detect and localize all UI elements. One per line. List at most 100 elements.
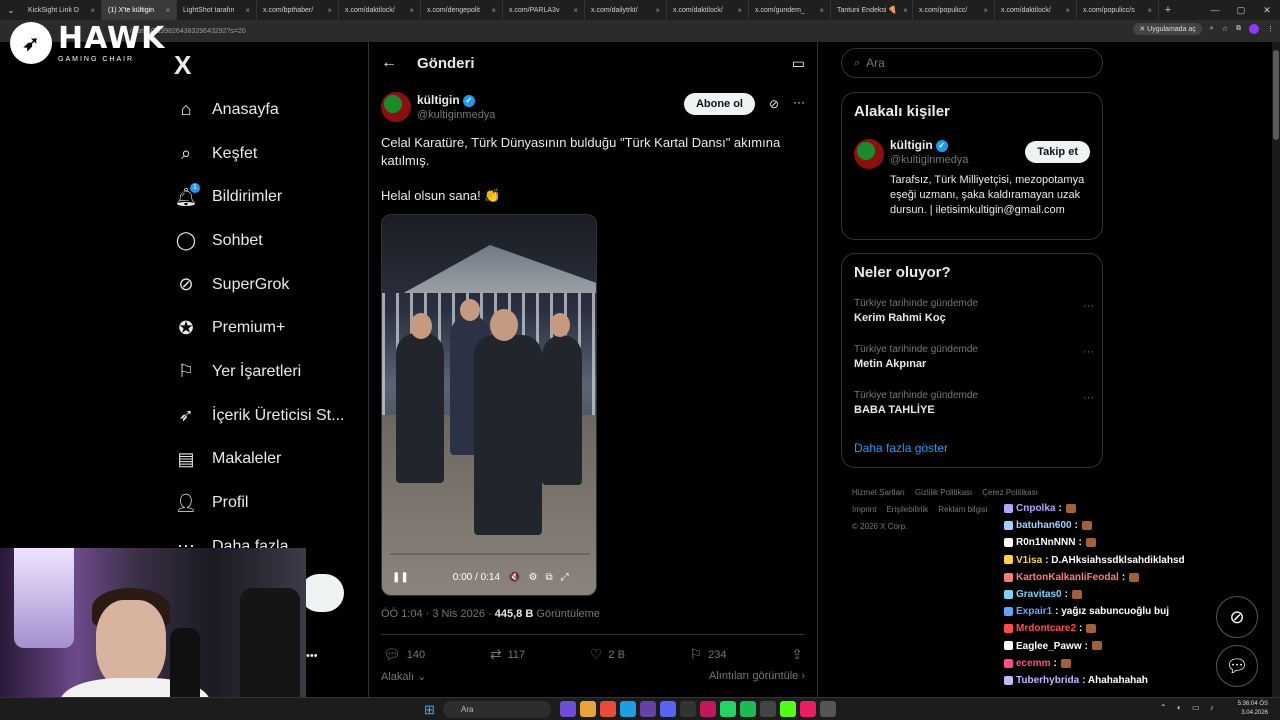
chat-username[interactable]: KartonKalkanliFeodal <box>1016 572 1119 583</box>
sidebar-item-makaleler[interactable]: ▤ Makaleler <box>174 438 344 482</box>
footer-link[interactable]: Çerez Politikası <box>982 488 1038 497</box>
tab-close-icon[interactable]: × <box>897 6 908 15</box>
windows-start-icon[interactable]: ⊞ <box>424 702 435 718</box>
related-sort[interactable]: Alakalı ⌄ <box>381 670 426 683</box>
discord-icon[interactable] <box>660 701 676 717</box>
reply-button[interactable]: 💬︎ 140 <box>383 646 425 663</box>
account-more-icon[interactable]: ••• <box>306 650 318 662</box>
scrollbar-thumb[interactable] <box>1273 50 1279 140</box>
sidebar-item-anasayfa[interactable]: ⌂ Anasayfa <box>174 88 344 132</box>
browser-tab[interactable]: x.com/daktilock/ × <box>995 0 1077 20</box>
chrome-icon[interactable] <box>600 701 616 717</box>
avatar[interactable] <box>381 92 411 122</box>
settings-icon[interactable]: ⚙ <box>528 572 537 583</box>
trend-item[interactable]: Türkiye tarihinde gündemde BABA TAHLİYE ··… <box>854 390 1094 416</box>
scrollbar[interactable] <box>1272 42 1280 697</box>
edge-icon[interactable] <box>620 701 636 717</box>
more-options-icon[interactable]: ··· <box>1083 346 1094 358</box>
subscribe-button[interactable]: Abone ol <box>683 93 755 115</box>
app-icon[interactable] <box>820 701 836 717</box>
back-arrow-icon[interactable]: ← <box>381 54 417 72</box>
spotify-icon[interactable] <box>740 701 756 717</box>
browser-tab[interactable]: x.com/daktilock/ × <box>339 0 421 20</box>
show-more-link[interactable]: Daha fazla göster <box>854 441 948 455</box>
chat-username[interactable]: ecemm <box>1016 658 1050 669</box>
more-options-icon[interactable]: ··· <box>1083 392 1094 404</box>
tab-close-icon[interactable]: × <box>403 6 414 15</box>
tab-close-icon[interactable]: × <box>649 6 660 15</box>
chat-username[interactable]: V1isa <box>1016 555 1042 566</box>
app-icon[interactable] <box>680 701 696 717</box>
app-icon[interactable] <box>640 701 656 717</box>
whatsapp-icon[interactable] <box>720 701 736 717</box>
mute-icon[interactable]: 🔇 <box>508 572 520 583</box>
tab-close-icon[interactable]: × <box>159 6 170 15</box>
footer-link[interactable]: Hizmet Şartları <box>852 488 905 497</box>
maximize-icon[interactable]: ▢ <box>1228 0 1254 20</box>
footer-link[interactable]: © 2026 X Corp. <box>852 522 907 531</box>
grok-icon[interactable]: ⊘ <box>769 97 779 111</box>
menu-icon[interactable]: ⋮ <box>1267 25 1274 33</box>
fullscreen-icon[interactable]: ⤢ <box>561 572 569 583</box>
chat-username[interactable]: Cnpolka <box>1016 503 1055 514</box>
tab-close-icon[interactable]: × <box>321 6 332 15</box>
tab-close-icon[interactable]: × <box>239 6 250 15</box>
browser-tab[interactable]: x.com/dengepolit × <box>421 0 503 20</box>
share-button[interactable]: ⇪ <box>791 646 803 663</box>
sidebar-item-keşfet[interactable]: ⌕ Keşfet <box>174 132 344 176</box>
view-quotes-link[interactable]: Alıntıları görüntüle › <box>709 670 805 683</box>
chat-username[interactable]: Gravitas0 <box>1016 589 1062 600</box>
pause-icon[interactable]: ❚❚ <box>392 572 409 583</box>
reader-mode-icon[interactable]: ▭ <box>792 55 805 72</box>
tab-close-icon[interactable]: × <box>977 6 988 15</box>
author-handle[interactable]: @kultiginmedya <box>417 109 495 121</box>
repost-button[interactable]: ⇄ 117 <box>490 646 525 663</box>
footer-link[interactable]: Erişilebilirlik <box>886 505 928 514</box>
browser-tab[interactable]: LightShot tarafın × <box>177 0 257 20</box>
chat-username[interactable]: batuhan600 <box>1016 520 1072 531</box>
tab-close-icon[interactable]: × <box>1059 6 1070 15</box>
chat-username[interactable]: Eaglee_Paww <box>1016 641 1082 652</box>
more-options-icon[interactable]: ··· <box>1083 300 1094 312</box>
footer-link[interactable]: Imprint <box>852 505 876 514</box>
browser-tab[interactable]: x.com/populicc/s × <box>1077 0 1159 20</box>
video-progress[interactable] <box>390 553 590 555</box>
system-tray[interactable]: ⌃ ◐ ▭ ♪ <box>1160 703 1218 712</box>
author-name[interactable]: kültigin ✓ <box>417 93 475 107</box>
related-person-handle[interactable]: @kultiginmedya <box>890 154 968 166</box>
post-button[interactable] <box>300 574 344 612</box>
browser-tab[interactable]: KickSight Link D × <box>22 0 102 20</box>
more-options-icon[interactable]: ··· <box>793 95 805 109</box>
zoom-icon[interactable]: ⌕ <box>1210 25 1214 33</box>
tab-close-icon[interactable]: × <box>813 6 824 15</box>
browser-tab[interactable]: x.com/dailytrkt/ × <box>585 0 667 20</box>
taskbar-search[interactable]: Ara <box>443 701 551 718</box>
app-icon[interactable] <box>760 701 776 717</box>
browser-tab[interactable]: x.com/bpthaber/ × <box>257 0 339 20</box>
footer-link[interactable]: Reklam bilgisi <box>938 505 987 514</box>
pip-icon[interactable]: ⧉ <box>545 572 552 583</box>
sidebar-item-profil[interactable]: 👤︎ Profil <box>174 481 344 525</box>
minimize-icon[interactable]: — <box>1202 0 1228 20</box>
browser-tab[interactable]: x.com/gundem_ × <box>749 0 831 20</box>
folder-icon[interactable] <box>580 701 596 717</box>
chat-username[interactable]: Expair1 <box>1016 606 1052 617</box>
messages-float-button[interactable]: 💬︎ <box>1216 645 1258 687</box>
browser-tab[interactable]: Tantuni Endeksi 🍕 × <box>831 0 913 20</box>
app-icon[interactable] <box>700 701 716 717</box>
sidebar-item-supergrok[interactable]: ⊘ SuperGrok <box>174 263 344 307</box>
avatar[interactable] <box>854 139 884 169</box>
chat-username[interactable]: R0n1NnNNN <box>1016 537 1075 548</box>
like-button[interactable]: ♡ 2 B <box>590 646 625 663</box>
sidebar-item-bildirimler[interactable]: 🔔︎ 1 Bildirimler <box>174 175 344 219</box>
browser-tab[interactable]: x.com/daktilock/ × <box>667 0 749 20</box>
tab-close-icon[interactable]: × <box>567 6 578 15</box>
tab-close-icon[interactable]: × <box>1141 6 1152 15</box>
sidebar-item-premium-[interactable]: ✪ Premium+ <box>174 306 344 350</box>
profile-avatar[interactable] <box>1249 24 1259 34</box>
tab-close-icon[interactable]: × <box>84 6 95 15</box>
post-timestamp[interactable]: ÖÖ 1:04 · 3 Nis 2026 · <box>381 608 492 620</box>
extensions-icon[interactable]: ⧉ <box>1236 25 1241 33</box>
bookmark-button[interactable]: ⚐ 234 <box>690 646 727 663</box>
x-logo[interactable]: X <box>174 50 191 81</box>
